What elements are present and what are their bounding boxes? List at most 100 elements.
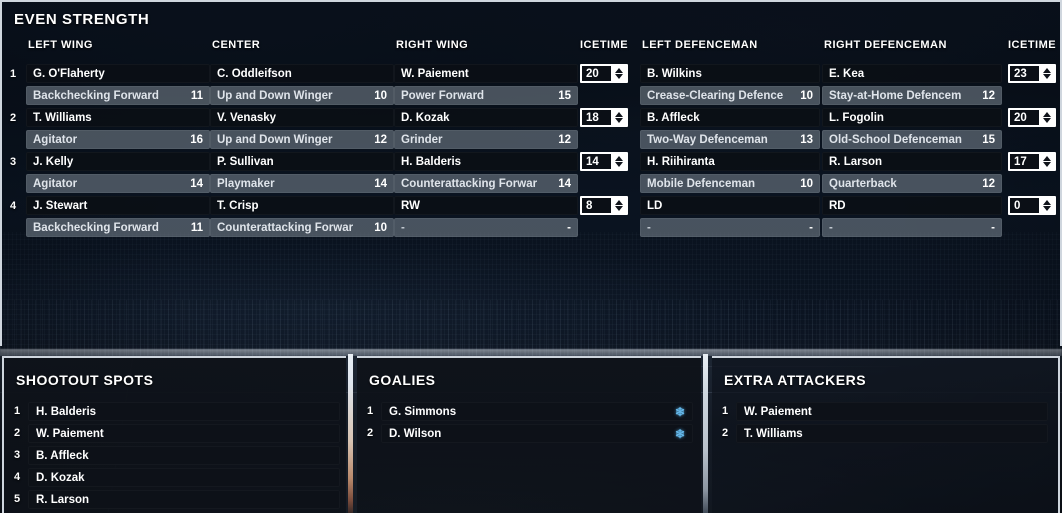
chevron-up-icon[interactable] bbox=[615, 156, 623, 161]
role-slot-left-wing-line-1[interactable]: Backchecking Forward 11 bbox=[26, 86, 210, 105]
role-slot-left-defenceman-line-4[interactable]: -- bbox=[640, 218, 820, 237]
shootout-spot-row[interactable]: B. Affleck bbox=[28, 446, 340, 465]
icetime-defence-line-2[interactable]: 20 bbox=[1008, 108, 1056, 127]
role-slot-right-wing-line-3[interactable]: Counterattacking Forwar 14 bbox=[394, 174, 578, 193]
chevron-down-icon[interactable] bbox=[1043, 118, 1051, 123]
role-slot-center-line-4[interactable]: Counterattacking Forwar 10 bbox=[210, 218, 394, 237]
chevron-down-icon[interactable] bbox=[1043, 162, 1051, 167]
icetime-defence-line-4-stepper[interactable] bbox=[1039, 197, 1055, 214]
icetime-forwards-line-4-stepper[interactable] bbox=[611, 197, 627, 214]
player-slot-left-defenceman-line-3[interactable]: H. Riihiranta bbox=[640, 152, 820, 171]
icetime-forwards-line-3-value[interactable]: 14 bbox=[582, 154, 611, 169]
player-slot-left-defenceman-line-4[interactable]: LD bbox=[640, 196, 820, 215]
role-slot-right-wing-line-2[interactable]: Grinder 12 bbox=[394, 130, 578, 149]
role-slot-right-defenceman-line-4[interactable]: -- bbox=[822, 218, 1002, 237]
player-slot-right-defenceman-line-3[interactable]: R. Larson bbox=[822, 152, 1002, 171]
role-slot-right-defenceman-line-2[interactable]: Old-School Defenceman 15 bbox=[822, 130, 1002, 149]
icetime-forwards-line-1[interactable]: 20 bbox=[580, 64, 628, 83]
lines-screen: EVEN STRENGTH LEFT WING CENTER RIGHT WIN… bbox=[0, 0, 1062, 513]
player-slot-right-wing-line-1[interactable]: W. Paiement bbox=[394, 64, 578, 83]
player-slot-left-wing-line-1[interactable]: G. O'Flaherty bbox=[26, 64, 210, 83]
shootout-spot-row[interactable]: H. Balderis bbox=[28, 402, 340, 421]
icetime-defence-line-2-stepper[interactable] bbox=[1039, 109, 1055, 126]
icetime-forwards-line-4-value[interactable]: 8 bbox=[582, 198, 611, 213]
player-slot-right-wing-line-4[interactable]: RW bbox=[394, 196, 578, 215]
role-slot-left-defenceman-line-1[interactable]: Crease-Clearing Defence 10 bbox=[640, 86, 820, 105]
extra-attackers-title: EXTRA ATTACKERS bbox=[724, 372, 867, 388]
player-slot-left-wing-line-3[interactable]: J. Kelly bbox=[26, 152, 210, 171]
icetime-forwards-line-4[interactable]: 8 bbox=[580, 196, 628, 215]
icetime-forwards-line-2-stepper[interactable] bbox=[611, 109, 627, 126]
role-slot-center-line-3[interactable]: Playmaker 14 bbox=[210, 174, 394, 193]
goalie-index: 2 bbox=[366, 427, 374, 439]
player-slot-center-line-3[interactable]: P. Sullivan bbox=[210, 152, 394, 171]
icetime-forwards-line-3[interactable]: 14 bbox=[580, 152, 628, 171]
player-slot-left-defenceman-line-1[interactable]: B. Wilkins bbox=[640, 64, 820, 83]
player-slot-right-wing-line-2[interactable]: D. Kozak bbox=[394, 108, 578, 127]
chevron-up-icon[interactable] bbox=[1043, 156, 1051, 161]
icetime-forwards-line-3-stepper[interactable] bbox=[611, 153, 627, 170]
icetime-defence-line-4-value[interactable]: 0 bbox=[1010, 198, 1039, 213]
chevron-up-icon[interactable] bbox=[1043, 200, 1051, 205]
icetime-defence-line-4[interactable]: 0 bbox=[1008, 196, 1056, 215]
extra-attacker-row[interactable]: T. Williams bbox=[736, 424, 1048, 443]
shootout-spot-row[interactable]: R. Larson bbox=[28, 490, 340, 509]
icetime-forwards-line-2[interactable]: 18 bbox=[580, 108, 628, 127]
icetime-defence-line-1-stepper[interactable] bbox=[1039, 65, 1055, 82]
extra-attacker-row[interactable]: W. Paiement bbox=[736, 402, 1048, 421]
player-slot-left-defenceman-line-2[interactable]: B. Affleck bbox=[640, 108, 820, 127]
role-slot-left-wing-line-3[interactable]: Agitator 14 bbox=[26, 174, 210, 193]
player-slot-center-line-2[interactable]: V. Venasky bbox=[210, 108, 394, 127]
role-rating: 10 bbox=[800, 177, 813, 190]
icetime-defence-line-3-stepper[interactable] bbox=[1039, 153, 1055, 170]
chevron-up-icon[interactable] bbox=[615, 200, 623, 205]
shootout-spot-row[interactable]: W. Paiement bbox=[28, 424, 340, 443]
chevron-up-icon[interactable] bbox=[615, 112, 623, 117]
player-slot-right-wing-line-3[interactable]: H. Balderis bbox=[394, 152, 578, 171]
chevron-up-icon[interactable] bbox=[1043, 112, 1051, 117]
player-slot-right-defenceman-line-4[interactable]: RD bbox=[822, 196, 1002, 215]
role-slot-right-defenceman-line-1[interactable]: Stay-at-Home Defencem 12 bbox=[822, 86, 1002, 105]
even-strength-panel: EVEN STRENGTH LEFT WING CENTER RIGHT WIN… bbox=[0, 0, 1062, 346]
role-slot-left-defenceman-line-3[interactable]: Mobile Defenceman 10 bbox=[640, 174, 820, 193]
icetime-defence-line-2-value[interactable]: 20 bbox=[1010, 110, 1039, 125]
player-slot-center-line-4[interactable]: T. Crisp bbox=[210, 196, 394, 215]
role-slot-left-defenceman-line-2[interactable]: Two-Way Defenceman 13 bbox=[640, 130, 820, 149]
role-slot-right-wing-line-4[interactable]: -- bbox=[394, 218, 578, 237]
role-slot-right-wing-line-1[interactable]: Power Forward 15 bbox=[394, 86, 578, 105]
shootout-spot-player-name: H. Balderis bbox=[36, 405, 97, 418]
role-slot-center-line-2[interactable]: Up and Down Winger 12 bbox=[210, 130, 394, 149]
chevron-down-icon[interactable] bbox=[615, 74, 623, 79]
chevron-down-icon[interactable] bbox=[1043, 206, 1051, 211]
shootout-spot-row[interactable]: D. Kozak bbox=[28, 468, 340, 487]
player-slot-center-line-1[interactable]: C. Oddleifson bbox=[210, 64, 394, 83]
shootout-spot-index: 4 bbox=[13, 471, 21, 483]
icetime-defence-line-3-value[interactable]: 17 bbox=[1010, 154, 1039, 169]
role-slot-center-line-1[interactable]: Up and Down Winger 10 bbox=[210, 86, 394, 105]
role-rating: 10 bbox=[374, 89, 387, 102]
panel-divider-left bbox=[348, 354, 353, 513]
goalies-panel: GOALIES 1 G. Simmons ❄ 2 D. Wilson ❄ bbox=[357, 356, 701, 513]
player-slot-right-defenceman-line-1[interactable]: E. Kea bbox=[822, 64, 1002, 83]
chevron-up-icon[interactable] bbox=[615, 68, 623, 73]
icetime-forwards-line-1-stepper[interactable] bbox=[611, 65, 627, 82]
goalie-row[interactable]: D. Wilson ❄ bbox=[381, 424, 693, 443]
goalie-row[interactable]: G. Simmons ❄ bbox=[381, 402, 693, 421]
role-slot-right-defenceman-line-3[interactable]: Quarterback 12 bbox=[822, 174, 1002, 193]
chevron-up-icon[interactable] bbox=[1043, 68, 1051, 73]
icetime-defence-line-1[interactable]: 23 bbox=[1008, 64, 1056, 83]
role-slot-left-wing-line-4[interactable]: Backchecking Forward 11 bbox=[26, 218, 210, 237]
player-slot-left-wing-line-2[interactable]: T. Williams bbox=[26, 108, 210, 127]
icetime-forwards-line-2-value[interactable]: 18 bbox=[582, 110, 611, 125]
chevron-down-icon[interactable] bbox=[615, 118, 623, 123]
icetime-defence-line-3[interactable]: 17 bbox=[1008, 152, 1056, 171]
icetime-defence-line-1-value[interactable]: 23 bbox=[1010, 66, 1039, 81]
chevron-down-icon[interactable] bbox=[615, 206, 623, 211]
extra-attacker-player-name: T. Williams bbox=[744, 427, 803, 440]
player-slot-left-wing-line-4[interactable]: J. Stewart bbox=[26, 196, 210, 215]
role-slot-left-wing-line-2[interactable]: Agitator 16 bbox=[26, 130, 210, 149]
chevron-down-icon[interactable] bbox=[615, 162, 623, 167]
icetime-forwards-line-1-value[interactable]: 20 bbox=[582, 66, 611, 81]
player-slot-right-defenceman-line-2[interactable]: L. Fogolin bbox=[822, 108, 1002, 127]
chevron-down-icon[interactable] bbox=[1043, 74, 1051, 79]
